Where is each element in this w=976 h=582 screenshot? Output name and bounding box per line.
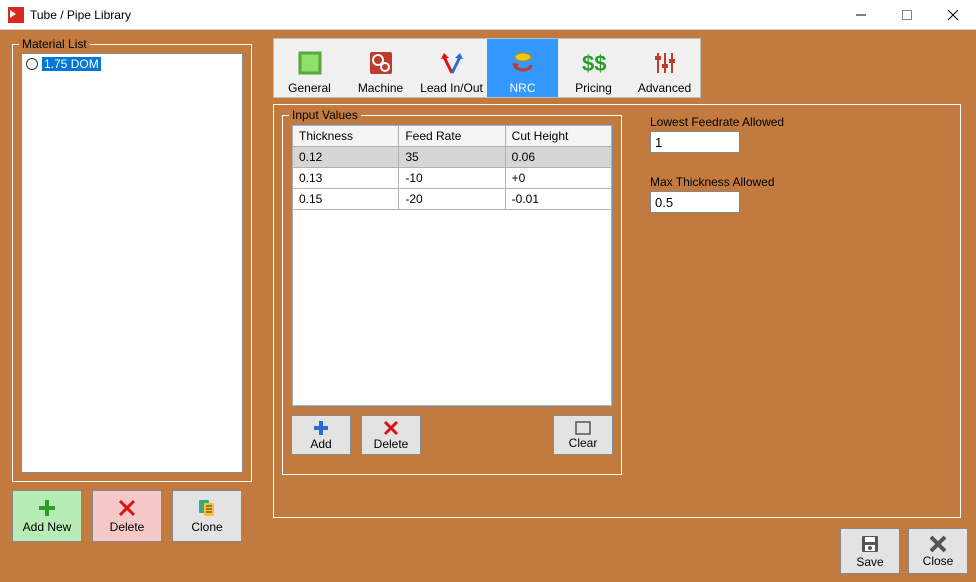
radio-icon	[26, 58, 38, 70]
maximize-button[interactable]	[884, 0, 930, 30]
max-thickness-input[interactable]	[650, 191, 740, 213]
clone-material-button[interactable]: Clone	[172, 490, 242, 542]
cell-cutheight[interactable]: 0.06	[505, 147, 611, 168]
tab-advanced[interactable]: Advanced	[629, 39, 700, 97]
leadinout-icon	[436, 47, 468, 79]
tab-leadinout-label: Lead In/Out	[420, 81, 483, 95]
main-panel: General Machine Lead In/Out NRC	[264, 36, 966, 526]
grid-empty-area[interactable]	[292, 210, 612, 406]
x-icon	[383, 420, 399, 436]
cell-thickness[interactable]: 0.15	[293, 189, 399, 210]
col-feedrate[interactable]: Feed Rate	[399, 126, 505, 147]
tab-general[interactable]: General	[274, 39, 345, 97]
app-body: Material List 1.75 DOM Add New Delete Cl…	[0, 30, 976, 582]
close-label: Close	[923, 554, 954, 568]
tab-machine-label: Machine	[358, 81, 403, 95]
tab-pricing[interactable]: $$ Pricing	[558, 39, 629, 97]
clear-rows-button[interactable]: Clear	[553, 415, 613, 455]
delete-label: Delete	[110, 520, 145, 534]
delete-material-button[interactable]: Delete	[92, 490, 162, 542]
col-thickness[interactable]: Thickness	[293, 126, 399, 147]
window-title: Tube / Pipe Library	[30, 8, 131, 22]
max-thickness-label: Max Thickness Allowed	[650, 175, 775, 189]
add-new-material-button[interactable]: Add New	[12, 490, 82, 542]
x-icon	[117, 498, 137, 518]
material-list-panel: Material List 1.75 DOM	[12, 44, 252, 482]
add-row-label: Add	[310, 437, 331, 451]
nrc-icon	[507, 47, 539, 79]
plus-icon	[37, 498, 57, 518]
save-button[interactable]: Save	[840, 528, 900, 574]
machine-icon	[365, 47, 397, 79]
input-values-grid[interactable]: Thickness Feed Rate Cut Height 0.12 35 0…	[291, 124, 613, 407]
app-icon	[8, 7, 24, 23]
close-window-button[interactable]	[930, 0, 976, 30]
minimize-button[interactable]	[838, 0, 884, 30]
material-list-item[interactable]: 1.75 DOM	[24, 56, 240, 72]
tab-bar: General Machine Lead In/Out NRC	[273, 38, 701, 98]
x-icon	[929, 535, 947, 553]
titlebar: Tube / Pipe Library	[0, 0, 976, 30]
grid-row[interactable]: 0.12 35 0.06	[293, 147, 612, 168]
advanced-icon	[649, 47, 681, 79]
tab-content: Input Values Thickness Feed Rate Cut Hei…	[273, 104, 961, 518]
col-cutheight[interactable]: Cut Height	[505, 126, 611, 147]
tab-nrc[interactable]: NRC	[487, 39, 558, 97]
grid-header-row: Thickness Feed Rate Cut Height	[293, 126, 612, 147]
tab-nrc-label: NRC	[510, 81, 536, 95]
delete-row-button[interactable]: Delete	[361, 415, 421, 455]
clone-icon	[197, 498, 217, 518]
max-thickness-block: Max Thickness Allowed	[650, 175, 775, 213]
grid-row[interactable]: 0.13 -10 +0	[293, 168, 612, 189]
input-values-panel: Input Values Thickness Feed Rate Cut Hei…	[282, 115, 622, 475]
svg-text:$$: $$	[582, 51, 606, 76]
clone-label: Clone	[191, 520, 222, 534]
save-label: Save	[856, 555, 883, 569]
tab-advanced-label: Advanced	[638, 81, 691, 95]
cell-feedrate[interactable]: -20	[399, 189, 505, 210]
cell-cutheight[interactable]: -0.01	[505, 189, 611, 210]
material-list[interactable]: 1.75 DOM	[21, 53, 243, 473]
tab-machine[interactable]: Machine	[345, 39, 416, 97]
lowest-feedrate-label: Lowest Feedrate Allowed	[650, 115, 784, 129]
pricing-icon: $$	[578, 47, 610, 79]
tab-general-label: General	[288, 81, 331, 95]
clear-rows-label: Clear	[569, 436, 598, 450]
cell-feedrate[interactable]: -10	[399, 168, 505, 189]
material-item-label: 1.75 DOM	[42, 57, 101, 71]
input-values-buttons: Add Delete Clear	[291, 415, 613, 455]
cell-thickness[interactable]: 0.12	[293, 147, 399, 168]
add-new-label: Add New	[23, 520, 72, 534]
delete-row-label: Delete	[374, 437, 409, 451]
tab-leadinout[interactable]: Lead In/Out	[416, 39, 487, 97]
lowest-feedrate-block: Lowest Feedrate Allowed	[650, 115, 784, 153]
plus-icon	[313, 420, 329, 436]
tab-pricing-label: Pricing	[575, 81, 612, 95]
close-button[interactable]: Close	[908, 528, 968, 574]
cell-feedrate[interactable]: 35	[399, 147, 505, 168]
general-icon	[294, 47, 326, 79]
lowest-feedrate-input[interactable]	[650, 131, 740, 153]
add-row-button[interactable]: Add	[291, 415, 351, 455]
input-values-legend: Input Values	[289, 108, 361, 122]
save-icon	[860, 534, 880, 554]
material-list-legend: Material List	[19, 37, 90, 51]
clear-icon	[575, 421, 591, 435]
cell-thickness[interactable]: 0.13	[293, 168, 399, 189]
material-buttons: Add New Delete Clone	[12, 490, 242, 542]
grid-row[interactable]: 0.15 -20 -0.01	[293, 189, 612, 210]
cell-cutheight[interactable]: +0	[505, 168, 611, 189]
